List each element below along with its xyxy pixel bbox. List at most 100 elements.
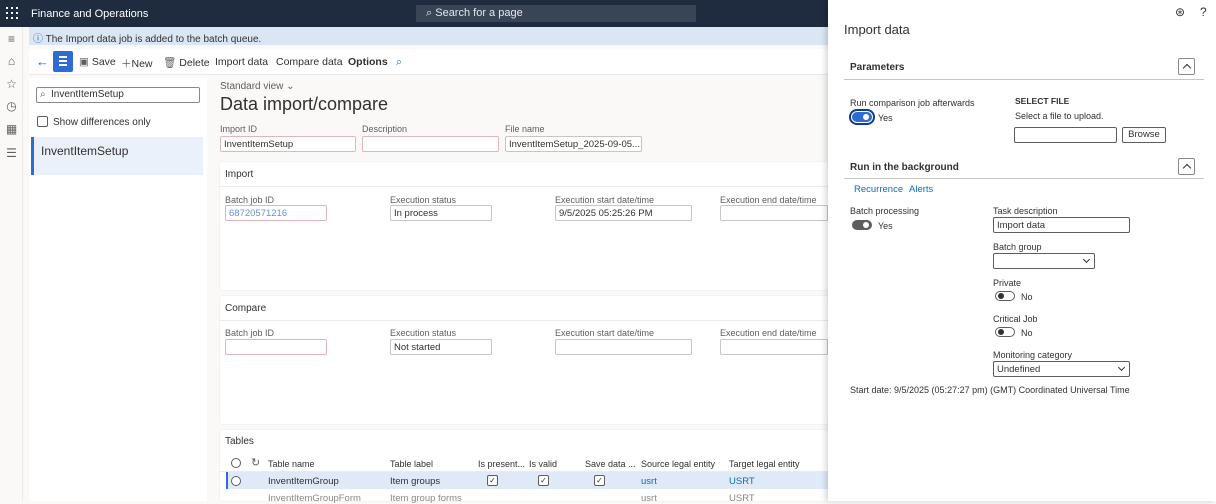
table-cell: Item groups [390, 476, 441, 487]
save-icon: ▣ [79, 56, 89, 68]
table-cell: Item group forms [390, 493, 462, 504]
collapse-parameters-button[interactable] [1178, 58, 1195, 75]
recent-icon[interactable]: ◷ [5, 100, 18, 113]
refresh-icon[interactable]: ↻ [251, 456, 260, 469]
description-field[interactable] [362, 136, 499, 152]
table-cell: InventItemGroup [268, 476, 339, 487]
view-selector[interactable]: Standard view ⌄ [220, 81, 295, 92]
import-section: Import Batch job ID 68720571216 Executio… [220, 162, 828, 290]
import-section-title: Import [225, 169, 254, 180]
import-id-label: Import ID [220, 124, 258, 134]
list-item-selected[interactable]: InventItemSetup [31, 137, 203, 175]
background-section-title[interactable]: Run in the background [850, 162, 959, 173]
batch-processing-label: Batch processing [850, 206, 920, 216]
browse-button[interactable]: Browse [1122, 127, 1166, 143]
list-view-button[interactable] [53, 51, 73, 72]
run-comparison-toggle[interactable] [849, 109, 875, 125]
compare-end-field[interactable] [720, 339, 828, 355]
parameters-section-title[interactable]: Parameters [850, 62, 904, 73]
batch-processing-toggle[interactable] [852, 220, 872, 230]
import-end-label: Execution end date/time [720, 195, 817, 205]
column-header[interactable]: Is valid [529, 459, 557, 469]
import-execution-status-field[interactable]: In process [390, 205, 492, 221]
import-data-button[interactable]: Import data [215, 56, 268, 68]
app-launcher-icon[interactable] [6, 7, 18, 19]
select-file-hint: Select a file to upload. [1015, 111, 1104, 121]
batch-group-select[interactable] [993, 253, 1095, 269]
compare-batch-job-id-label: Batch job ID [225, 328, 275, 338]
column-header[interactable]: Target legal entity [729, 459, 800, 469]
import-end-field[interactable] [720, 205, 828, 221]
new-button[interactable]: ＋New [121, 56, 153, 71]
workspaces-icon[interactable]: ▦ [5, 123, 18, 136]
compare-start-field[interactable] [555, 339, 692, 355]
collapse-background-button[interactable] [1178, 158, 1195, 175]
import-id-field[interactable]: InventItemSetup [220, 136, 356, 152]
private-toggle[interactable] [995, 291, 1015, 301]
run-comparison-label: Run comparison job afterwards [850, 98, 975, 108]
compare-batch-job-id-field[interactable] [225, 339, 327, 355]
import-batch-job-id-link[interactable]: 68720571216 [225, 205, 327, 221]
file-name-label: File name [505, 124, 545, 134]
back-arrow-icon[interactable]: ← [36, 54, 49, 69]
description-label: Description [362, 124, 408, 134]
column-header[interactable]: Source legal entity [641, 459, 715, 469]
chevron-down-icon: ⌄ [286, 81, 295, 92]
copilot-icon[interactable]: ⊛ [1175, 5, 1185, 19]
private-value: No [1021, 292, 1033, 302]
page-title: Data import/compare [220, 94, 389, 114]
search-placeholder: Search for a page [435, 7, 523, 19]
column-header[interactable]: Table label [390, 459, 433, 469]
home-icon[interactable]: ⌂ [5, 55, 18, 68]
is-valid-checkbox[interactable]: ✓ [538, 475, 549, 486]
column-header[interactable]: Table name [268, 459, 315, 469]
delete-button[interactable]: 🗑 Delete [163, 56, 210, 69]
tab-recurrence[interactable]: Recurrence [854, 184, 903, 195]
table-cell: usrt [641, 493, 657, 504]
tab-alerts[interactable]: Alerts [909, 184, 933, 195]
task-description-input[interactable]: Import data [993, 217, 1130, 233]
file-path-input[interactable] [1014, 127, 1117, 143]
filter-input[interactable]: ⌕ InventItemSetup [36, 87, 200, 103]
favorites-icon[interactable]: ☆ [5, 78, 18, 91]
action-pane: ← ▣ Save ＋New 🗑 Delete Import data Compa… [29, 49, 828, 75]
is-present-checkbox[interactable]: ✓ [487, 475, 498, 486]
tables-section-title: Tables [225, 436, 254, 447]
task-description-label: Task description [993, 206, 1058, 216]
monitoring-category-select[interactable]: Undefined [993, 361, 1130, 377]
column-header[interactable]: Save data ... [585, 459, 636, 469]
file-name-field[interactable]: InventItemSetup_2025-09-05... [505, 136, 642, 152]
critical-job-toggle[interactable] [995, 327, 1015, 337]
menu-icon[interactable]: ≡ [5, 33, 18, 46]
save-button[interactable]: ▣ Save [79, 56, 116, 68]
batch-group-label: Batch group [993, 242, 1042, 252]
global-search-box[interactable]: ⌕ Search for a page [416, 5, 696, 22]
main-content: Standard view ⌄ Data import/compare Impo… [212, 78, 828, 504]
select-all-radio[interactable] [231, 458, 241, 468]
search-icon: ⌕ [40, 89, 46, 100]
import-execution-status-label: Execution status [390, 195, 457, 205]
filter-value: InventItemSetup [51, 89, 124, 100]
row-select-radio[interactable] [231, 476, 241, 486]
show-differences-checkbox[interactable] [37, 116, 48, 127]
monitoring-category-label: Monitoring category [993, 350, 1073, 360]
batch-processing-value: Yes [878, 221, 893, 231]
compare-execution-status-field[interactable]: Not started [390, 339, 492, 355]
divider [220, 320, 828, 321]
info-message-text: The Import data job is added to the batc… [45, 34, 262, 45]
options-tab[interactable]: Options [348, 56, 388, 68]
import-start-label: Execution start date/time [555, 195, 655, 205]
import-start-field[interactable]: 9/5/2025 05:25:26 PM [555, 205, 692, 221]
find-icon[interactable]: ⌕ [396, 56, 402, 69]
compare-data-button[interactable]: Compare data [276, 56, 343, 68]
column-header[interactable]: Is present... [478, 459, 525, 469]
modules-icon[interactable]: ☰ [5, 147, 18, 160]
app-title[interactable]: Finance and Operations [31, 8, 148, 20]
save-data-checkbox[interactable]: ✓ [594, 475, 605, 486]
info-icon: ⓘ [33, 34, 43, 45]
divider [844, 178, 1204, 179]
table-cell-link[interactable]: usrt [641, 476, 657, 487]
table-cell-link[interactable]: USRT [729, 476, 755, 487]
plus-icon: ＋ [121, 58, 132, 70]
help-icon[interactable]: ? [1200, 5, 1207, 19]
